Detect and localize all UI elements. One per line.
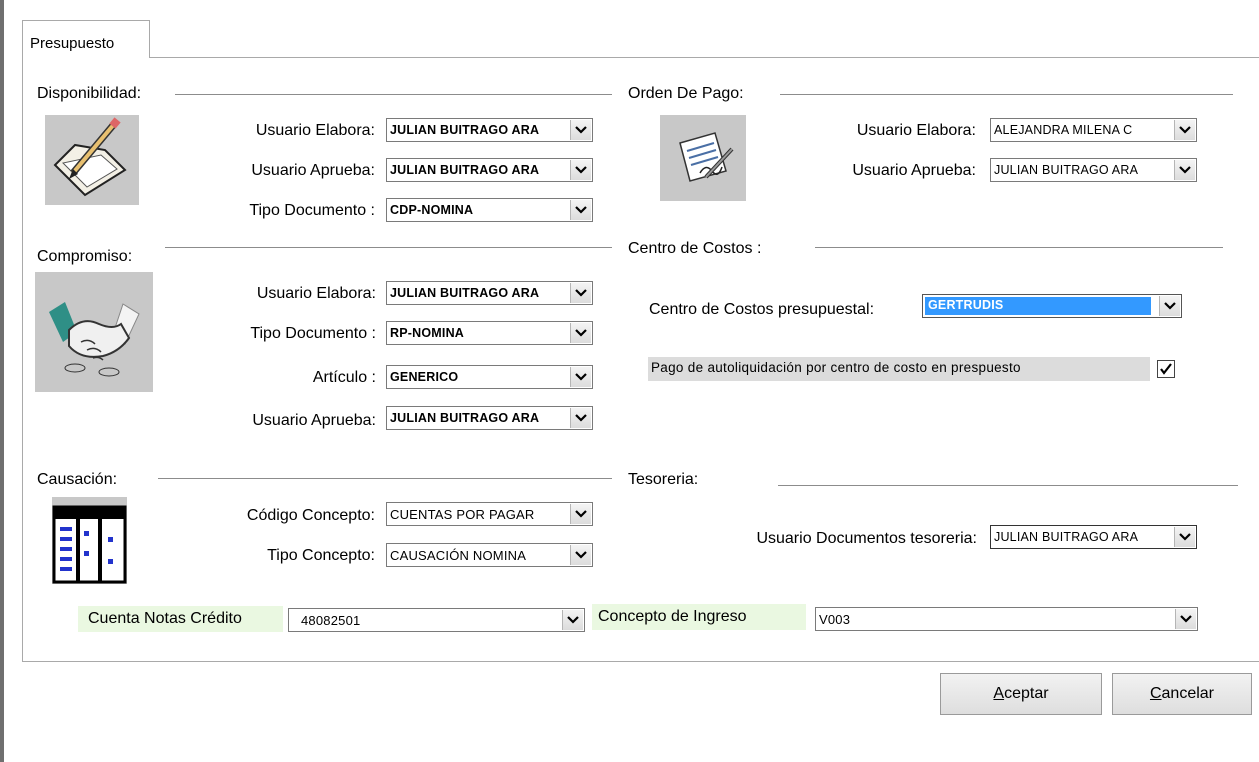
chevron-down-icon[interactable] (570, 120, 591, 140)
checkmark-icon (1160, 363, 1172, 375)
combo-value: ALEJANDRA MILENA C (994, 123, 1133, 137)
aceptar-rest: ceptar (1004, 685, 1049, 702)
disp-usuario-elabora-select[interactable]: JULIAN BUITRAGO ARA (386, 118, 593, 142)
disp-usuario-aprueba-select[interactable]: JULIAN BUITRAGO ARA (386, 158, 593, 182)
disponibilidad-title: Disponibilidad: (37, 85, 142, 102)
combo-value: JULIAN BUITRAGO ARA (390, 163, 540, 177)
centro-costos-presupuestal-label: Centro de Costos presupuestal: (649, 301, 875, 318)
centro-costos-divider (815, 247, 1223, 248)
centro-costos-title: Centro de Costos : (628, 240, 762, 257)
comp-articulo-label: Artículo : (312, 369, 376, 386)
combo-value: RP-NOMINA (390, 326, 465, 340)
op-usuario-elabora-label: Usuario Elabora: (856, 122, 976, 139)
pago-autoliquidacion-label: Pago de autoliquidación por centro de co… (651, 360, 1021, 375)
cancelar-button[interactable]: Cancelar (1112, 673, 1252, 715)
combo-value: JULIAN BUITRAGO ARA (390, 123, 540, 137)
chevron-down-icon[interactable] (570, 200, 591, 220)
chevron-down-icon[interactable] (1175, 609, 1196, 629)
tab-presupuesto[interactable]: Presupuesto (22, 20, 150, 58)
disponibilidad-pencil-icon (45, 115, 139, 205)
comp-usuario-aprueba-label: Usuario Aprueba: (252, 412, 376, 429)
pago-autoliquidacion-checkbox[interactable] (1157, 360, 1175, 378)
causacion-divider (158, 478, 612, 479)
compromiso-divider (165, 247, 612, 248)
codigo-concepto-select[interactable]: CUENTAS POR PAGAR (386, 502, 593, 526)
tipo-concepto-select[interactable]: CAUSACIÓN NOMINA (386, 543, 593, 567)
tipo-concepto-label: Tipo Concepto: (267, 547, 375, 564)
comp-articulo-select[interactable]: GENERICO (386, 365, 593, 389)
pago-autoliquidacion-label-bg: Pago de autoliquidación por centro de co… (648, 357, 1150, 381)
aceptar-button[interactable]: Aceptar (940, 673, 1102, 715)
combo-value: CUENTAS POR PAGAR (390, 507, 535, 522)
chevron-down-icon[interactable] (570, 323, 591, 343)
cancelar-rest: ancelar (1161, 685, 1215, 702)
chevron-down-icon[interactable] (570, 283, 591, 303)
combo-value: V003 (819, 612, 851, 627)
combo-value: 48082501 (301, 613, 361, 628)
concepto-ingreso-select[interactable]: V003 (815, 607, 1198, 631)
chevron-down-icon[interactable] (1159, 296, 1180, 316)
disponibilidad-divider (175, 94, 612, 95)
causacion-spreadsheet-icon (52, 497, 127, 584)
combo-value: JULIAN BUITRAGO ARA (390, 286, 540, 300)
combo-value-selected: GERTRUDIS (925, 297, 1151, 315)
op-usuario-elabora-select[interactable]: ALEJANDRA MILENA C (990, 118, 1197, 142)
chevron-down-icon[interactable] (1174, 160, 1195, 180)
usuario-documentos-tesoreria-select[interactable]: JULIAN BUITRAGO ARA (990, 525, 1197, 549)
codigo-concepto-label: Código Concepto: (246, 507, 375, 524)
centro-costos-presupuestal-select[interactable]: GERTRUDIS (922, 294, 1182, 318)
disp-tipo-documento-label: Tipo Documento : (249, 202, 375, 219)
concepto-ingreso-label: Concepto de Ingreso (598, 608, 747, 625)
usuario-documentos-tesoreria-label: Usuario Documentos tesoreria: (756, 530, 977, 547)
combo-value: JULIAN BUITRAGO ARA (994, 163, 1139, 177)
concepto-ingreso-label-bg: Concepto de Ingreso (592, 604, 806, 630)
disp-tipo-documento-select[interactable]: CDP-NOMINA (386, 198, 593, 222)
tesoreria-divider (778, 485, 1238, 486)
cuenta-notas-credito-select[interactable]: 48082501 (288, 608, 585, 632)
orden-pago-signed-document-icon (660, 115, 746, 201)
chevron-down-icon[interactable] (1174, 120, 1195, 140)
combo-value: CAUSACIÓN NOMINA (390, 548, 527, 563)
compromiso-handshake-icon (35, 272, 153, 392)
chevron-down-icon[interactable] (570, 545, 591, 565)
aceptar-accel: A (993, 685, 1005, 702)
comp-usuario-elabora-select[interactable]: JULIAN BUITRAGO ARA (386, 281, 593, 305)
window-left-edge (0, 0, 4, 762)
tesoreria-title: Tesoreria: (628, 471, 699, 488)
chevron-down-icon[interactable] (1174, 527, 1195, 547)
chevron-down-icon[interactable] (570, 367, 591, 387)
cuenta-notas-credito-label-bg: Cuenta Notas Crédito (78, 606, 283, 632)
chevron-down-icon[interactable] (570, 408, 591, 428)
cuenta-notas-credito-label: Cuenta Notas Crédito (88, 610, 242, 627)
comp-tipo-documento-select[interactable]: RP-NOMINA (386, 321, 593, 345)
combo-value: JULIAN BUITRAGO ARA (994, 530, 1139, 544)
orden-pago-divider (780, 94, 1233, 95)
combo-value: CDP-NOMINA (390, 203, 474, 217)
cancelar-accel: C (1149, 685, 1162, 702)
causacion-title: Causación: (37, 471, 118, 488)
compromiso-title: Compromiso: (37, 248, 133, 265)
chevron-down-icon[interactable] (570, 504, 591, 524)
tab-label: Presupuesto (30, 35, 115, 52)
chevron-down-icon[interactable] (570, 160, 591, 180)
comp-usuario-aprueba-select[interactable]: JULIAN BUITRAGO ARA (386, 406, 593, 430)
op-usuario-aprueba-label: Usuario Aprueba: (852, 162, 976, 179)
combo-value: GENERICO (390, 370, 459, 384)
chevron-down-icon[interactable] (562, 610, 583, 630)
comp-tipo-documento-label: Tipo Documento : (250, 325, 376, 342)
disp-usuario-elabora-label: Usuario Elabora: (255, 122, 375, 139)
orden-pago-title: Orden De Pago: (628, 85, 744, 102)
disp-usuario-aprueba-label: Usuario Aprueba: (251, 162, 375, 179)
combo-value: JULIAN BUITRAGO ARA (390, 411, 540, 425)
comp-usuario-elabora-label: Usuario Elabora: (256, 285, 376, 302)
op-usuario-aprueba-select[interactable]: JULIAN BUITRAGO ARA (990, 158, 1197, 182)
